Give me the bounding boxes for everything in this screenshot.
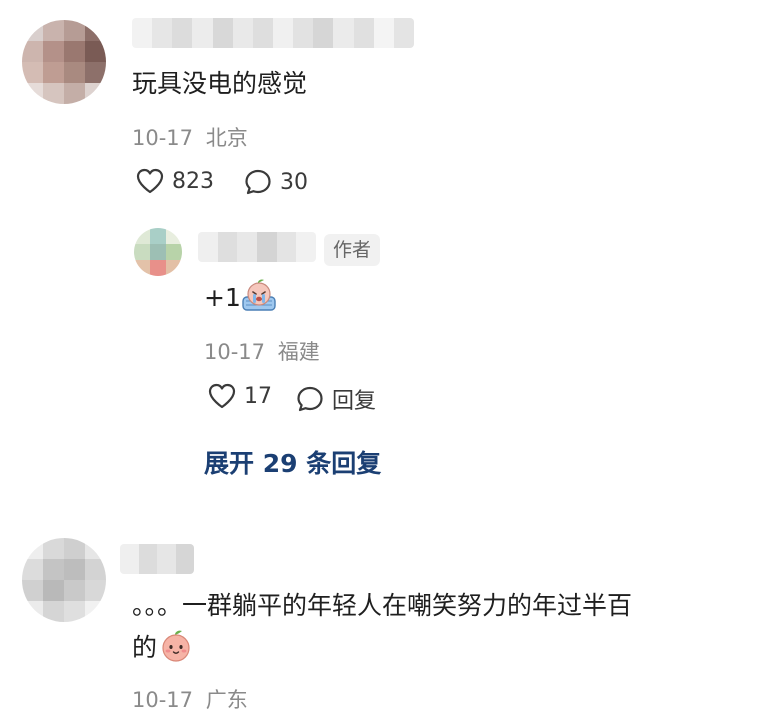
avatar[interactable] xyxy=(22,538,106,622)
comment-text: 。。。一群躺平的年轻人在嘲笑努力的年过半百 xyxy=(132,591,633,620)
comment-text-line2: 的 xyxy=(132,633,158,662)
comment-date: 10-17 xyxy=(132,126,194,150)
heart-outline-icon xyxy=(136,168,164,194)
comment-location: 北京 xyxy=(205,126,248,150)
speech-bubble-icon xyxy=(245,169,271,195)
reply-button[interactable]: 回复 xyxy=(296,383,376,415)
reply-button[interactable]: 30 xyxy=(244,168,308,196)
comment-meta: 10-17 北京 xyxy=(132,122,248,152)
crying-peach-emoji xyxy=(242,279,276,311)
comment-location: 广东 xyxy=(205,688,248,712)
avatar[interactable] xyxy=(22,20,106,104)
like-count: 17 xyxy=(244,383,272,409)
smiling-peach-emoji xyxy=(162,630,190,662)
comment-meta: 10-17 福建 xyxy=(204,336,320,366)
speech-bubble-icon xyxy=(297,386,323,412)
expand-replies-link[interactable]: 展开 29 条回复 xyxy=(204,444,381,480)
comment-date: 10-17 xyxy=(132,688,194,712)
comment-text: 玩具没电的感觉 xyxy=(132,69,308,98)
heart-outline-icon xyxy=(208,383,236,409)
like-button[interactable]: 823 xyxy=(136,168,214,194)
reply-label: 回复 xyxy=(332,389,377,414)
comment-date: 10-17 xyxy=(204,340,266,364)
comment-text: 的 xyxy=(132,630,193,666)
username-blurred[interactable] xyxy=(198,232,316,262)
username-blurred[interactable] xyxy=(132,18,414,48)
username-blurred[interactable] xyxy=(120,544,194,574)
reply-text: +1 xyxy=(204,283,241,312)
comment-text: +1 xyxy=(204,279,277,316)
like-button[interactable]: 17 xyxy=(208,383,272,409)
reply-count: 30 xyxy=(280,169,308,195)
author-badge: 作者 xyxy=(324,234,381,266)
like-count: 823 xyxy=(172,168,214,194)
avatar[interactable] xyxy=(134,228,182,276)
comment-location: 福建 xyxy=(277,340,320,364)
